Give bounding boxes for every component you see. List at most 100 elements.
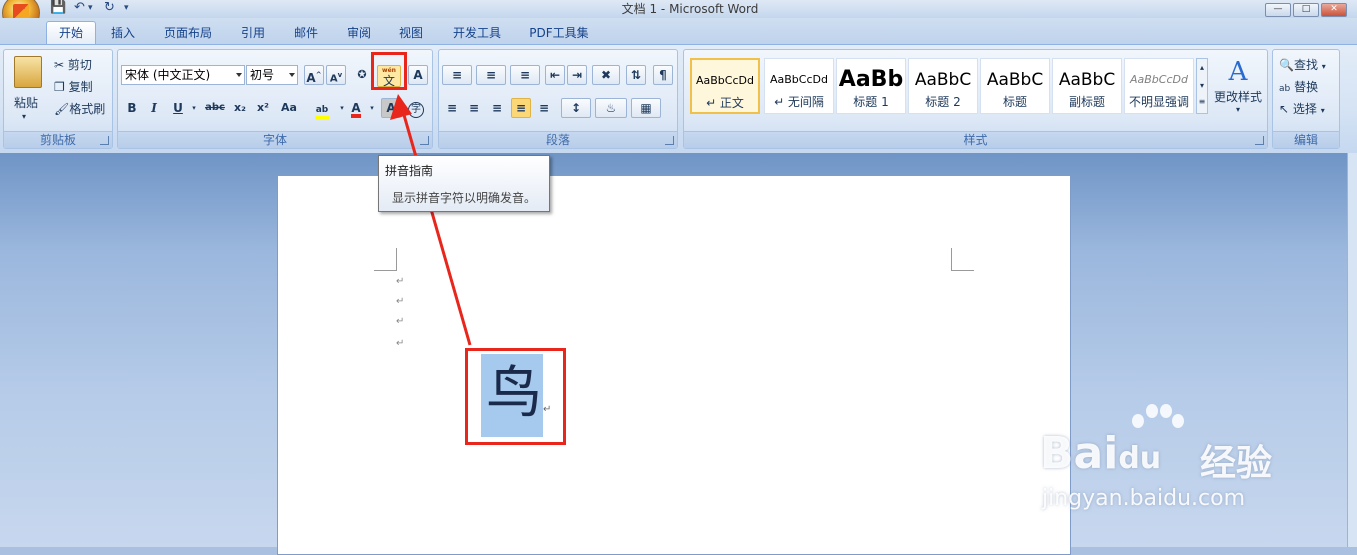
decrease-indent-icon[interactable]: ⇤ bbox=[545, 65, 565, 85]
tab-insert[interactable]: 插入 bbox=[102, 23, 144, 43]
sort-icon[interactable]: ⇅ bbox=[626, 65, 646, 85]
paste-dropdown-icon[interactable]: ▾ bbox=[22, 112, 26, 121]
style-subtitle[interactable]: AaBbC 副标题 bbox=[1052, 58, 1122, 114]
font-size-combo[interactable]: 初号 bbox=[246, 65, 298, 85]
subscript-button[interactable]: x₂ bbox=[230, 98, 250, 118]
undo-icon[interactable]: ↶ bbox=[74, 0, 85, 16]
change-styles-dropdown-icon: ▾ bbox=[1235, 105, 1240, 114]
find-dropdown-icon: ▾ bbox=[1321, 62, 1326, 71]
paste-button[interactable]: 粘贴 bbox=[14, 94, 38, 111]
font-color-icon: A bbox=[351, 102, 361, 118]
style-sample: AaBbC bbox=[986, 70, 1044, 90]
highlight-color-button[interactable]: ab bbox=[308, 98, 336, 120]
justify-icon[interactable]: ≡ bbox=[511, 98, 531, 118]
font-color-button[interactable]: A bbox=[344, 98, 368, 118]
style-sample: AaBbCcDd bbox=[770, 73, 828, 86]
select-button[interactable]: ↖ 选择 ▾ bbox=[1279, 100, 1325, 117]
change-case-button[interactable]: Aa bbox=[276, 98, 302, 118]
tab-page-layout[interactable]: 页面布局 bbox=[155, 23, 221, 43]
clipboard-group: 粘贴 ▾ ✂ 剪切 ❐ 复制 🖌格式刷 剪贴板 bbox=[3, 49, 113, 149]
style-name: 标题 bbox=[1002, 95, 1027, 109]
scroll-up-icon[interactable]: ▴ bbox=[1197, 59, 1207, 77]
style-name: 标题 1 bbox=[853, 95, 889, 109]
find-button[interactable]: 🔍查找 ▾ bbox=[1279, 56, 1326, 73]
strikethrough-button[interactable]: abc bbox=[202, 98, 228, 118]
watermark-url: jingyan.baidu.com bbox=[1042, 486, 1246, 511]
cursor-icon: ↖ bbox=[1279, 102, 1290, 116]
replace-button[interactable]: ab 替换 bbox=[1279, 78, 1318, 95]
select-dropdown-icon: ▾ bbox=[1320, 106, 1325, 115]
tab-review[interactable]: 审阅 bbox=[338, 23, 380, 43]
style-heading-2[interactable]: AaBbC 标题 2 bbox=[908, 58, 978, 114]
clear-format-icon[interactable]: ✪ bbox=[352, 65, 372, 85]
styles-scroll[interactable]: ▴ ▾ ≡ bbox=[1196, 58, 1208, 114]
select-label: 选择 bbox=[1292, 102, 1317, 116]
arrow-shaft bbox=[400, 107, 472, 346]
style-name: 标题 2 bbox=[925, 95, 961, 109]
annotation-arrow bbox=[390, 94, 472, 346]
increase-indent-icon[interactable]: ⇥ bbox=[567, 65, 587, 85]
format-painter-button[interactable]: 🖌格式刷 bbox=[54, 100, 105, 117]
font-name-combo[interactable]: 宋体 (中文正文) bbox=[121, 65, 245, 85]
more-styles-icon[interactable]: ≡ bbox=[1197, 95, 1207, 109]
tab-developer[interactable]: 开发工具 bbox=[444, 23, 510, 43]
brush-icon: 🖌 bbox=[54, 102, 70, 116]
tab-pdf-tools[interactable]: PDF工具集 bbox=[522, 23, 596, 43]
copy-label: 复制 bbox=[68, 80, 93, 94]
style-normal[interactable]: AaBbCcDd ↵ 正文 bbox=[690, 58, 760, 114]
save-icon[interactable]: 💾 bbox=[50, 0, 66, 16]
clipboard-launcher-icon[interactable] bbox=[100, 136, 109, 145]
borders-icon[interactable]: ▦ bbox=[631, 98, 661, 118]
binoculars-icon: 🔍 bbox=[1279, 58, 1294, 72]
styles-group-label: 样式 bbox=[684, 131, 1267, 148]
redo-icon[interactable]: ↻ bbox=[104, 0, 115, 16]
paragraph-launcher-icon[interactable] bbox=[665, 136, 674, 145]
cut-button[interactable]: ✂ 剪切 bbox=[54, 56, 92, 73]
distributed-icon[interactable]: ≡ bbox=[534, 98, 554, 118]
show-marks-icon[interactable]: ¶ bbox=[653, 65, 673, 85]
shading-icon[interactable]: ♨ bbox=[595, 98, 627, 118]
ribbon-tabs: 开始 插入 页面布局 引用 邮件 审阅 视图 开发工具 PDF工具集 bbox=[0, 18, 1357, 45]
customize-qat-icon[interactable]: ▾ bbox=[124, 3, 129, 19]
underline-dropdown-icon[interactable]: ▾ bbox=[184, 98, 204, 118]
watermark-brand-bai: Bai bbox=[1040, 428, 1119, 479]
format-painter-label: 格式刷 bbox=[69, 102, 106, 116]
copy-button[interactable]: ❐ 复制 bbox=[54, 78, 93, 95]
tab-mailings[interactable]: 邮件 bbox=[285, 23, 327, 43]
tab-home[interactable]: 开始 bbox=[46, 21, 96, 45]
style-name: 不明显强调 bbox=[1128, 95, 1189, 109]
style-sample: AaBbC bbox=[914, 70, 972, 90]
tab-references[interactable]: 引用 bbox=[232, 23, 274, 43]
line-spacing-icon[interactable]: ↕ bbox=[561, 98, 591, 118]
paste-icon[interactable] bbox=[14, 56, 42, 88]
styles-launcher-icon[interactable] bbox=[1255, 136, 1264, 145]
font-color-dropdown-icon[interactable]: ▾ bbox=[366, 98, 378, 118]
close-icon[interactable]: ✕ bbox=[1321, 3, 1347, 17]
superscript-button[interactable]: x² bbox=[253, 98, 273, 118]
vertical-scrollbar[interactable] bbox=[1347, 153, 1357, 547]
style-title[interactable]: AaBbC 标题 bbox=[980, 58, 1050, 114]
italic-button[interactable]: I bbox=[144, 98, 164, 118]
font-size-dropdown-icon[interactable] bbox=[289, 73, 295, 77]
style-heading-1[interactable]: AaBb 标题 1 bbox=[836, 58, 906, 114]
scroll-down-icon[interactable]: ▾ bbox=[1197, 77, 1207, 95]
grow-font-icon[interactable]: A^ bbox=[304, 65, 324, 85]
baidu-watermark: Baidu 经验 jingyan.baidu.com bbox=[1040, 400, 1340, 520]
tab-view[interactable]: 视图 bbox=[390, 23, 432, 43]
watermark-suffix: 经验 bbox=[1200, 443, 1273, 484]
shrink-font-icon[interactable]: Av bbox=[326, 65, 346, 85]
cut-label: 剪切 bbox=[67, 58, 92, 72]
font-name-dropdown-icon[interactable] bbox=[236, 73, 242, 77]
bold-button[interactable]: B bbox=[122, 98, 142, 118]
style-no-spacing[interactable]: AaBbCcDd ↵ 无间隔 bbox=[764, 58, 834, 114]
style-sample: AaBbCcDd bbox=[1130, 73, 1188, 86]
style-subtle-emphasis[interactable]: AaBbCcDd 不明显强调 bbox=[1124, 58, 1194, 114]
maximize-icon[interactable]: □ bbox=[1293, 3, 1319, 17]
change-styles-label: 更改样式 bbox=[1213, 90, 1262, 104]
undo-dropdown-icon[interactable]: ▾ bbox=[88, 3, 93, 19]
minimize-icon[interactable]: — bbox=[1265, 3, 1291, 17]
align-right-icon[interactable]: ≡ bbox=[487, 98, 507, 118]
change-styles-button[interactable]: A 更改样式 ▾ bbox=[1212, 56, 1264, 124]
asian-layout-icon[interactable]: ✖ bbox=[592, 65, 620, 85]
multilevel-list-icon[interactable]: ≡ bbox=[510, 65, 540, 85]
